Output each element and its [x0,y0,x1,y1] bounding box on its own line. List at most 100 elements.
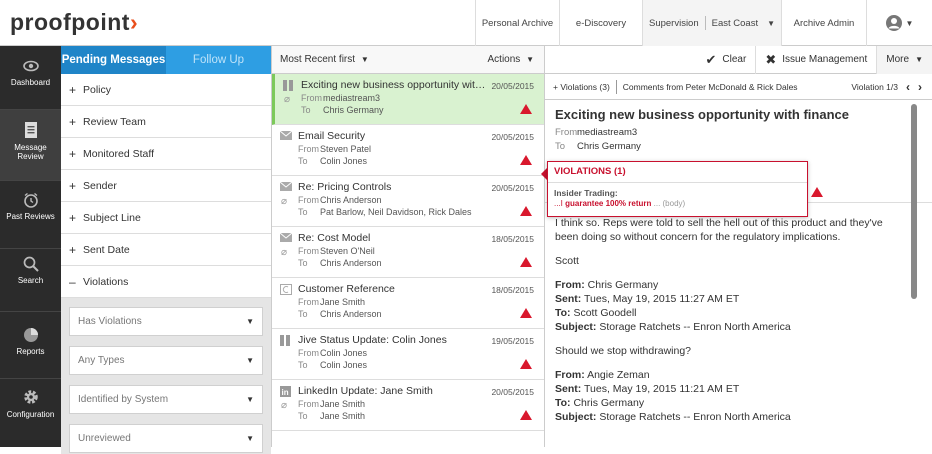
tab-pending-messages-label: Pending Messages [61,54,166,66]
more-button[interactable]: More ▼ [876,45,932,74]
tab-violations[interactable]: + Violations (3) [553,82,610,92]
from-label: From [555,127,578,138]
search-icon [23,256,39,272]
filter-monitored-staff[interactable]: + Monitored Staff [61,138,271,170]
nav-configuration-label: Configuration [6,410,55,419]
gear-icon [23,390,38,404]
chevron-left-icon[interactable]: ‹ [906,80,910,94]
select-value: Identified by System [78,394,169,405]
filter-policy[interactable]: + Policy [61,74,271,106]
message-row[interactable]: Re: Pricing Controls 20/05/2015 ⌀ FromCh… [272,176,544,227]
expand-icon: + [69,178,77,193]
reader-toolbar: ✔ Clear ✖ Issue Management More ▼ [545,45,932,74]
violations-filter-options: Has Violations ▼ Any Types ▼ Identified by… [61,298,271,454]
field-key: From: [555,279,585,291]
violation-warning-icon [520,104,532,114]
message-date: 18/05/2015 [491,234,534,244]
message-row[interactable]: Email Security 20/05/2015 FromSteven Pat… [272,125,544,176]
field-key: To: [555,307,571,319]
message-row[interactable]: Customer Reference 18/05/2015 FromJane S… [272,278,544,329]
select-review-status[interactable]: Unreviewed ▼ [69,424,263,453]
mail-icon [279,130,293,141]
message-row[interactable]: Jive Status Update: Colin Jones 19/05/20… [272,329,544,380]
nav-message-review[interactable]: Message Review [0,110,61,180]
filter-sent-date[interactable]: + Sent Date [61,234,271,266]
nav-archive-admin[interactable]: Archive Admin [781,0,866,46]
issue-management-button[interactable]: ✖ Issue Management [755,45,876,74]
nav-divider [0,248,61,249]
to-value: Chris Anderson [320,309,382,319]
field-value: Scott Goodell [573,307,637,319]
from-label: From [301,93,322,103]
chevron-down-icon: ▼ [246,317,254,326]
chevron-down-icon: ▼ [360,55,369,64]
nav-supervision[interactable]: Supervision East Coast ▼ [642,0,781,46]
nav-personal-archive[interactable]: Personal Archive [475,0,559,46]
message-to: To Jane Smith [298,411,365,421]
tab-pending-messages[interactable]: Pending Messages [61,46,166,74]
field-value: Chris Germany [587,279,659,291]
filter-subject-line[interactable]: + Subject Line [61,202,271,234]
message-from: FromSteven O'Neil [298,246,375,256]
nav-ediscovery[interactable]: e-Discovery [559,0,642,46]
message-row[interactable]: in LinkedIn Update: Jane Smith 20/05/201… [272,380,544,431]
tab-comments[interactable]: Comments from Peter McDonald & Rick Dale… [623,82,798,92]
filter-sender[interactable]: + Sender [61,170,271,202]
forward-header-1: From: Chris Germany Sent: Tues, May 19, … [555,278,905,334]
field-value: Storage Ratchets -- Enron North America [599,411,791,423]
more-label: More [886,54,910,65]
message-row[interactable]: Re: Cost Model 18/05/2015 ⌀ FromSteven O… [272,227,544,278]
message-subject: Re: Pricing Controls [298,181,392,193]
nav-past-reviews[interactable]: Past Reviews [0,188,61,248]
message-from: FromJane Smith [298,297,365,307]
select-has-violations[interactable]: Has Violations ▼ [69,307,263,336]
field-value: Chris Germany [573,397,645,409]
chevron-down-icon: ▼ [905,18,914,28]
logo-mark: › [129,9,139,35]
to-label: To [555,141,566,152]
proofpoint-logo[interactable]: proofpoint› [10,9,138,36]
filter-violations[interactable]: – Violations [61,266,271,298]
linkedin-icon: in [280,386,292,397]
from-value: Jane Smith [320,297,366,307]
chevron-down-icon[interactable]: ▼ [767,19,775,28]
message-date: 20/05/2015 [491,81,534,91]
violation-category: Insider Trading: [554,188,618,198]
tab-follow-up[interactable]: Follow Up [166,46,271,74]
user-avatar-icon [885,15,902,31]
message-list-header: Most Recent first ▼ Actions ▼ [272,46,544,74]
message-row[interactable]: Exciting new business opportunity with f… [272,74,544,125]
reader-scrollbar[interactable] [911,104,917,299]
to-value: Chris Germany [577,141,641,152]
message-to: To Colin Jones [298,360,367,370]
violation-excerpt[interactable]: ...I guarantee 100% return ... (body) [548,198,807,209]
to-value: Pat Barlow, Neil Davidson, Rick Dales [320,207,472,217]
attachment-icon: ⌀ [281,247,288,258]
clear-button[interactable]: ✔ Clear [697,46,756,74]
select-value: Has Violations [78,316,142,327]
field-key: Sent: [555,293,582,305]
to-label: To [298,309,308,319]
select-types[interactable]: Any Types ▼ [69,346,263,375]
sort-dropdown[interactable]: Most Recent first ▼ [280,54,369,65]
nav-reports-label: Reports [16,347,45,356]
user-menu[interactable]: ▼ [866,0,932,46]
reader-to: To Chris Germany [555,141,641,152]
nav-configuration[interactable]: Configuration [0,388,61,444]
chevron-right-icon[interactable]: › [918,80,922,94]
nav-dashboard[interactable]: Dashboard [0,58,61,106]
expand-icon: + [69,242,77,257]
violation-navigator: Violation 1/3 ‹ › [851,80,932,94]
select-identified-by[interactable]: Identified by System ▼ [69,385,263,414]
to-value: Chris Germany [323,105,384,115]
filter-review-team[interactable]: + Review Team [61,106,271,138]
mail-icon [279,232,293,243]
nav-search[interactable]: Search [0,256,61,316]
from-value: Steven O'Neil [320,246,375,256]
actions-dropdown[interactable]: Actions ▼ [488,54,535,65]
field-value: Tues, May 19, 2015 11:21 AM ET [583,383,740,395]
message-to: To Chris Anderson [298,258,382,268]
message-to: To Colin Jones [298,156,367,166]
nav-reports[interactable]: Reports [0,327,61,383]
expand-icon: + [69,82,77,97]
